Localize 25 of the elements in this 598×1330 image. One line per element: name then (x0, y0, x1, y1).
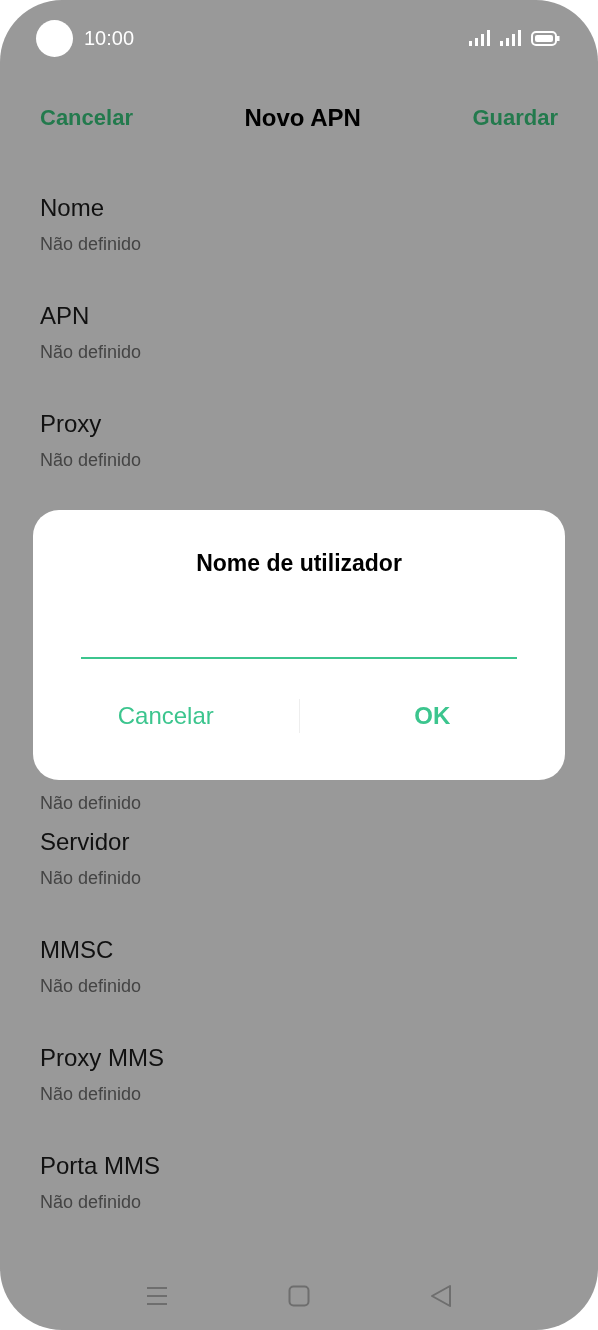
setting-value: Não definido (40, 341, 142, 364)
setting-value: Não definido (40, 792, 142, 815)
battery-icon (531, 30, 560, 46)
camera-icon (36, 19, 73, 57)
dialog-title: Nome de utilizador (196, 550, 402, 577)
setting-value: Não definido (40, 1191, 142, 1214)
clock-time: 10:00 (84, 26, 135, 50)
menu-icon[interactable] (146, 1286, 168, 1306)
setting-title[interactable]: Proxy (40, 408, 102, 440)
signal-icon (500, 30, 522, 46)
setting-title[interactable]: Proxy MMS (40, 1042, 164, 1074)
setting-value: Não definido (40, 975, 142, 998)
screen-title: Novo APN (244, 104, 361, 132)
setting-value: Não definido (40, 1083, 142, 1106)
setting-title[interactable]: APN (40, 300, 90, 332)
setting-title[interactable]: Servidor (40, 826, 130, 858)
setting-value: Não definido (40, 233, 142, 256)
square-icon[interactable] (288, 1285, 310, 1307)
setting-title[interactable]: MMSC (40, 934, 114, 966)
setting-value: Não definido (40, 867, 142, 890)
setting-title[interactable]: Nome (40, 192, 105, 224)
setting-value: Não definido (40, 449, 142, 472)
signal-icon (469, 30, 491, 46)
back-icon[interactable] (430, 1284, 452, 1308)
setting-title[interactable]: Porta MMS (40, 1150, 161, 1182)
